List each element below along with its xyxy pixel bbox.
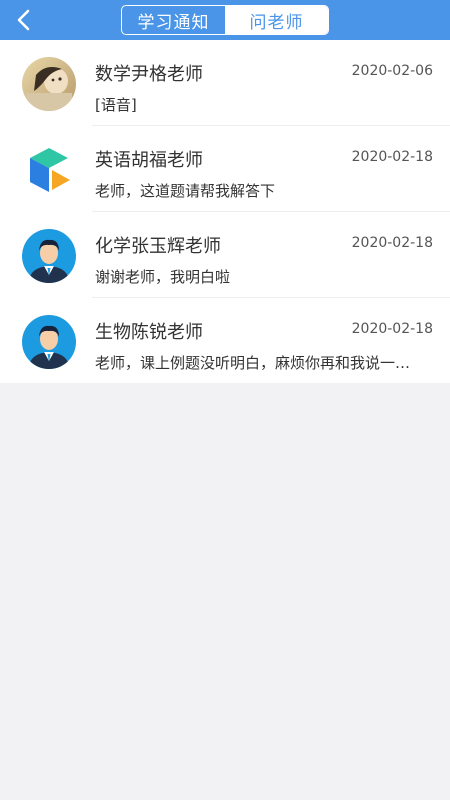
teacher-name: 生物陈锐老师 (95, 322, 203, 343)
conversation-item[interactable]: 数学尹格老师 2020-02-06 [语音] (0, 40, 450, 126)
message-preview: 老师，这道题请帮我解答下 (95, 182, 276, 200)
conversation-list: 数学尹格老师 2020-02-06 [语音] 英语胡福老师 2020-02-18… (0, 40, 450, 383)
message-preview: 老师，课上例题没听明白，麻烦你再和我说一… (95, 354, 411, 372)
message-date: 2020-02-06 (351, 63, 433, 79)
message-date: 2020-02-18 (351, 321, 433, 337)
default-person-avatar (22, 315, 76, 369)
conversation-item[interactable]: 化学张玉辉老师 2020-02-18 谢谢老师，我明白啦 (0, 212, 450, 298)
tab-switcher: 学习通知 问老师 (121, 5, 329, 35)
message-preview: 谢谢老师，我明白啦 (95, 268, 231, 286)
photo-avatar (22, 57, 76, 111)
cube-logo-avatar (22, 143, 76, 197)
tab-ask-teacher[interactable]: 问老师 (225, 6, 328, 34)
conversation-item[interactable]: 生物陈锐老师 2020-02-18 老师，课上例题没听明白，麻烦你再和我说一… (0, 298, 450, 384)
teacher-name: 数学尹格老师 (95, 64, 203, 85)
top-bar: 学习通知 问老师 (0, 0, 450, 40)
message-date: 2020-02-18 (351, 235, 433, 251)
conversation-item[interactable]: 英语胡福老师 2020-02-18 老师，这道题请帮我解答下 (0, 126, 450, 212)
back-button[interactable] (8, 4, 40, 36)
message-preview: [语音] (95, 96, 137, 114)
message-date: 2020-02-18 (351, 149, 433, 165)
chevron-left-icon (17, 9, 30, 31)
teacher-name: 英语胡福老师 (95, 150, 203, 171)
tab-study-notice[interactable]: 学习通知 (122, 6, 225, 34)
default-person-avatar (22, 229, 76, 283)
teacher-name: 化学张玉辉老师 (95, 236, 221, 257)
